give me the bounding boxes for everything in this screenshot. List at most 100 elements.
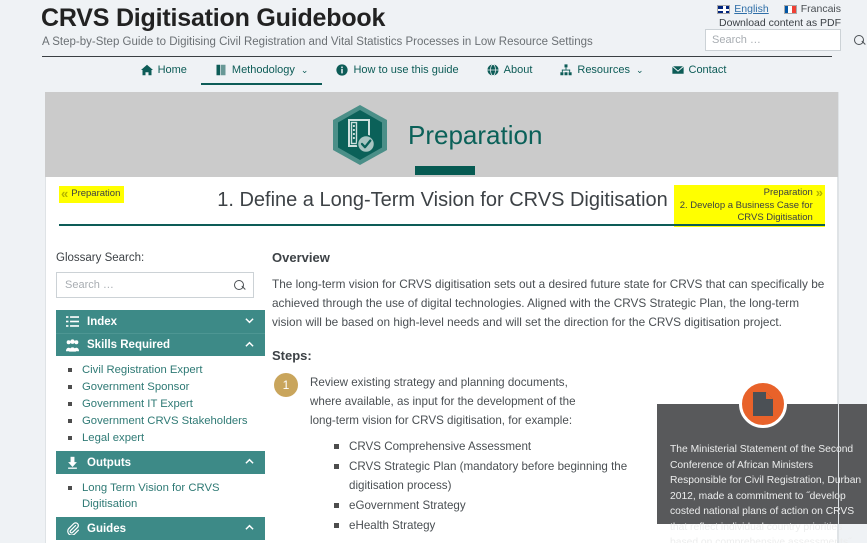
output-icon [66, 456, 79, 469]
list-item[interactable]: Government CRVS Stakeholders [56, 413, 265, 429]
list-icon [66, 315, 79, 328]
nav-label-contact: Contact [688, 64, 727, 76]
step-sub-label: CRVS Strategic Plan (mandatory before be… [349, 460, 628, 492]
chevron-down-icon: ⌄ [300, 64, 309, 75]
step-item: 1 Review existing strategy and planning … [272, 373, 867, 543]
step-sub-label: CRVS Comprehensive Assessment [349, 440, 532, 453]
list-item: CRVS Strategic Plan (mandatory before be… [332, 457, 632, 495]
language-label-francais: Francais [800, 3, 841, 15]
body-grid: Glossary Search: Index Skills Required [46, 230, 867, 543]
header-divider [42, 56, 832, 57]
people-icon [66, 338, 79, 352]
uk-flag-icon [717, 4, 731, 14]
nav-item-how-to-use[interactable]: How to use this guide [322, 62, 472, 83]
sidebar: Glossary Search: Index Skills Required [56, 252, 265, 540]
pager: « Preparation Preparation 2. Develop a B… [46, 177, 837, 230]
step-description: Review existing strategy and planning do… [310, 376, 576, 427]
steps-heading: Steps: [272, 348, 312, 363]
site-header: CRVS Digitisation Guidebook A Step-by-St… [0, 0, 867, 60]
sidebar-section-body-outputs: Long Term Vision for CRVS Digitisation [56, 474, 265, 517]
sidebar-section-skills-required[interactable]: Skills Required [56, 333, 265, 356]
nav-item-resources[interactable]: Resources ⌄ [546, 62, 657, 83]
search-icon[interactable] [234, 279, 245, 291]
nav-item-methodology[interactable]: Methodology ⌄ [200, 62, 323, 85]
chevron-up-icon[interactable] [245, 340, 254, 349]
sidebar-section-label-guides: Guides [87, 522, 126, 535]
sidebar-section-label-outputs: Outputs [87, 456, 132, 469]
overview-paragraph: The long-term vision for CRVS digitisati… [272, 277, 825, 329]
sidebar-section-outputs[interactable]: Outputs [56, 451, 265, 474]
glossary-search-box[interactable] [56, 272, 254, 298]
document-icon [739, 380, 787, 428]
list-item[interactable]: Government Sponsor [56, 379, 265, 395]
banner-inner: Preparation [330, 104, 542, 166]
title-divider [59, 224, 825, 226]
step-sub-list: CRVS Comprehensive Assessment CRVS Strat… [332, 437, 632, 535]
list-item: CRVS Comprehensive Assessment [332, 437, 632, 456]
banner-title: Preparation [408, 119, 543, 150]
sidebar-section-index[interactable]: Index [56, 310, 265, 333]
chevron-down-icon[interactable] [245, 316, 254, 325]
fr-flag-icon [783, 4, 797, 14]
step-sub-label: eHealth Strategy [349, 519, 436, 532]
step-sub-label: eGovernment Strategy [349, 499, 466, 512]
sitemap-icon [560, 64, 572, 76]
header-search-input[interactable] [712, 34, 854, 46]
panel-right-edge [838, 92, 839, 543]
nav-item-home[interactable]: Home [127, 62, 201, 83]
header-search-box[interactable] [705, 29, 864, 51]
sidebar-section-label-skills-required: Skills Required [87, 339, 171, 351]
list-item[interactable]: Civil Registration Expert [56, 362, 265, 378]
chevron-up-icon[interactable] [245, 457, 254, 466]
globe-icon [487, 64, 499, 76]
glossary-search-input[interactable] [65, 279, 234, 291]
paperclip-icon [66, 522, 79, 535]
sidebar-link-label: Government CRVS Stakeholders [82, 415, 248, 427]
sidebar-section-guides[interactable]: Guides [56, 517, 265, 540]
nav-label-methodology: Methodology [231, 64, 295, 76]
content-panel: « Preparation Preparation 2. Develop a B… [45, 177, 867, 543]
download-pdf-link[interactable]: Download content as PDF [719, 17, 841, 29]
section-banner: Preparation [45, 92, 838, 177]
list-item: eHealth Strategy [332, 516, 632, 535]
list-item[interactable]: Long Term Vision for CRVS Digitisation [56, 480, 265, 512]
site-tagline: A Step-by-Step Guide to Digitising Civil… [42, 36, 593, 48]
list-item: eGovernment Strategy [332, 496, 632, 515]
info-icon [336, 64, 349, 76]
book-icon [215, 64, 227, 76]
sidebar-link-label: Government Sponsor [82, 381, 190, 393]
envelope-icon [671, 64, 684, 76]
page-title-heading: CRVS Digitisation Guidebook [41, 4, 386, 32]
nav-item-contact[interactable]: Contact [658, 62, 741, 83]
language-option-francais[interactable]: Francais [783, 3, 841, 15]
language-switcher: English Francais [717, 3, 841, 15]
chevron-up-icon[interactable] [245, 523, 254, 532]
sidebar-link-label: Civil Registration Expert [82, 364, 203, 376]
nav-label-resources: Resources [577, 64, 630, 76]
nav-item-about[interactable]: About [473, 62, 547, 83]
page-root: CRVS Digitisation Guidebook A Step-by-St… [0, 0, 867, 543]
callout-text: The Ministerial Statement of the Second … [670, 444, 862, 543]
main-content: Overview The long-term vision for CRVS d… [272, 250, 867, 543]
search-icon[interactable] [854, 34, 865, 46]
overview-heading: Overview [272, 250, 330, 265]
sidebar-section-body-skills-required: Civil Registration Expert Government Spo… [56, 356, 265, 451]
nav-label-how-to-use: How to use this guide [353, 64, 459, 76]
language-label-english: English [734, 3, 769, 15]
sidebar-link-label: Legal expert [82, 432, 145, 444]
glossary-search-label: Glossary Search: [56, 252, 145, 264]
sidebar-link-label: Government IT Expert [82, 398, 193, 410]
nav-label-about: About [503, 64, 533, 76]
hexagon-checklist-icon [330, 104, 390, 166]
home-icon [140, 64, 153, 76]
language-option-english[interactable]: English [717, 3, 769, 15]
sidebar-section-label-index: Index [87, 315, 118, 328]
main-navigation: Home Methodology ⌄ How to use this guide… [0, 62, 867, 92]
banner-accent-bar [415, 166, 475, 175]
list-item[interactable]: Government IT Expert [56, 396, 265, 412]
list-item[interactable]: Legal expert [56, 430, 265, 446]
step-number-badge: 1 [274, 373, 298, 397]
sidebar-link-label: Long Term Vision for CRVS Digitisation [82, 482, 220, 510]
content-page-title: 1. Define a Long-Term Vision for CRVS Di… [217, 189, 668, 211]
nav-label-home: Home [157, 64, 187, 76]
